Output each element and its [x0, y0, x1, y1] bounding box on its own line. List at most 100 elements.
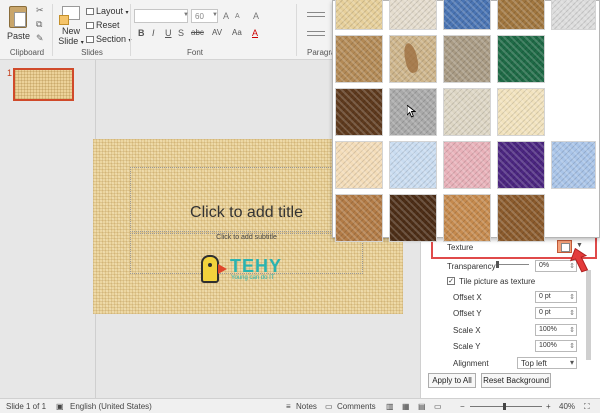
texture-water-droplets[interactable]	[389, 141, 437, 189]
format-painter-icon[interactable]: ✎	[36, 34, 46, 43]
layout-icon	[86, 8, 94, 16]
offset-y-value: 0 pt	[539, 309, 551, 316]
scale-x-value: 100%	[539, 326, 557, 333]
title-placeholder-text: Click to add title	[190, 204, 303, 221]
tile-checkbox[interactable]: ✓	[447, 277, 455, 285]
texture-parchment[interactable]	[497, 88, 545, 136]
status-bar: Slide 1 of 1 ▣ English (United States) ≡…	[0, 398, 600, 413]
offset-y-input[interactable]: 0 pt	[535, 307, 577, 319]
chevron-down-icon[interactable]: ▼	[212, 12, 218, 18]
change-case-button[interactable]: Aa	[232, 28, 242, 37]
new-slide-label-line1: New	[61, 26, 80, 36]
paste-button[interactable]: Paste	[4, 4, 32, 46]
texture-papyrus[interactable]	[335, 0, 383, 30]
texture-sand[interactable]	[443, 35, 491, 83]
strikethrough-button[interactable]: abc	[191, 28, 204, 37]
offset-x-value: 0 pt	[539, 293, 551, 300]
texture-denim[interactable]	[443, 0, 491, 30]
ribbon-separator	[52, 4, 53, 56]
zoom-in-icon[interactable]: +	[546, 402, 551, 411]
shrink-font-icon[interactable]: A	[235, 13, 240, 20]
texture-walnut[interactable]	[389, 194, 437, 242]
section-button[interactable]: Section ▾	[86, 34, 132, 45]
texture-recycled-paper[interactable]	[443, 88, 491, 136]
scale-y-label: Scale Y	[453, 342, 481, 351]
zoom-slider[interactable]	[470, 406, 542, 407]
new-slide-button[interactable]: New Slide ▾	[55, 4, 85, 50]
texture-blue-tissue[interactable]	[551, 141, 596, 189]
logo-text: TEHY	[230, 256, 283, 276]
spelling-icon[interactable]: ▣	[56, 402, 64, 411]
texture-stationery[interactable]	[335, 141, 383, 189]
reading-view-icon[interactable]: ▤	[418, 402, 426, 411]
notes-icon[interactable]: ≡	[286, 402, 291, 411]
zoom-slider-thumb[interactable]	[503, 403, 506, 410]
chevron-down-icon[interactable]: ▼	[183, 12, 189, 18]
texture-crumpled-paper[interactable]	[335, 35, 383, 83]
reset-background-button[interactable]: Reset Background	[481, 373, 551, 388]
transparency-slider-thumb[interactable]	[496, 261, 499, 268]
font-color-button[interactable]: A	[252, 28, 258, 38]
offset-x-input[interactable]: 0 pt	[535, 291, 577, 303]
alignment-select[interactable]: Top left	[517, 357, 577, 369]
mouse-pointer-icon	[407, 105, 416, 118]
tehy-logo[interactable]: TEHY Young can do IT	[201, 255, 286, 285]
alignment-label: Alignment	[453, 359, 489, 368]
title-placeholder[interactable]: Click to add title	[130, 167, 363, 234]
character-spacing-button[interactable]: AV	[212, 28, 222, 37]
slide-sorter-icon[interactable]: ▦	[402, 402, 410, 411]
transparency-label: Transparency	[447, 262, 496, 271]
normal-view-icon[interactable]: ▥	[386, 402, 394, 411]
italic-button[interactable]: I	[152, 28, 155, 38]
texture-purple-mesh[interactable]	[497, 141, 545, 189]
font-name-box[interactable]	[134, 9, 188, 23]
bullets-icon[interactable]	[307, 12, 325, 13]
cut-icon[interactable]: ✂	[36, 6, 46, 15]
slideshow-icon[interactable]: ▭	[434, 402, 442, 411]
logo-tagline: Young can do IT	[231, 275, 275, 281]
language-indicator[interactable]: English (United States)	[70, 402, 152, 411]
layout-button[interactable]: Layout ▾	[86, 6, 129, 17]
slide-thumbnail[interactable]	[13, 68, 74, 101]
texture-brown-marble[interactable]	[335, 88, 383, 136]
notes-button[interactable]: Notes	[296, 402, 317, 411]
comments-icon[interactable]: ▭	[325, 402, 333, 411]
zoom-level[interactable]: 40%	[559, 402, 575, 411]
comments-button[interactable]: Comments	[337, 402, 376, 411]
texture-cork[interactable]	[335, 194, 383, 242]
new-slide-icon	[59, 6, 80, 25]
texture-green-marble[interactable]	[497, 35, 545, 83]
texture-medium-wood[interactable]	[497, 194, 545, 242]
offset-x-label: Offset X	[453, 293, 482, 302]
texture-woven-mat[interactable]	[497, 0, 545, 30]
clear-formatting-icon[interactable]: A	[253, 11, 259, 21]
alignment-value: Top left	[521, 359, 547, 368]
align-left-icon[interactable]	[307, 31, 325, 32]
reset-label: Reset	[96, 20, 120, 30]
ribbon-separator	[130, 4, 131, 56]
new-slide-label: New Slide ▾	[58, 26, 84, 46]
reset-icon	[86, 22, 94, 30]
zoom-out-icon[interactable]: −	[460, 402, 465, 411]
shadow-button[interactable]: S	[178, 28, 184, 38]
transparency-value: 0%	[539, 262, 550, 269]
transparency-slider[interactable]	[497, 264, 529, 265]
pane-scrollbar[interactable]	[586, 270, 591, 360]
fit-slide-icon[interactable]: ⛶	[584, 402, 590, 412]
texture-canvas[interactable]	[389, 0, 437, 30]
texture-oak[interactable]	[443, 194, 491, 242]
copy-icon[interactable]: ⧉	[36, 20, 46, 29]
reset-button[interactable]: Reset	[86, 20, 120, 31]
font-size-value: 60	[195, 12, 204, 21]
scale-x-input[interactable]: 100%	[535, 324, 577, 336]
apply-to-all-button[interactable]: Apply to All	[428, 373, 476, 388]
grow-font-icon[interactable]: A	[223, 11, 229, 21]
texture-white-marble[interactable]	[551, 0, 596, 30]
texture-pink-tissue[interactable]	[443, 141, 491, 189]
texture-label: Texture	[447, 243, 474, 252]
scale-y-input[interactable]: 100%	[535, 340, 577, 352]
bold-button[interactable]: B	[138, 28, 145, 38]
red-arrow-annotation	[570, 248, 589, 273]
underline-button[interactable]: U	[165, 28, 172, 38]
slides-group-label: Slides	[81, 48, 103, 57]
